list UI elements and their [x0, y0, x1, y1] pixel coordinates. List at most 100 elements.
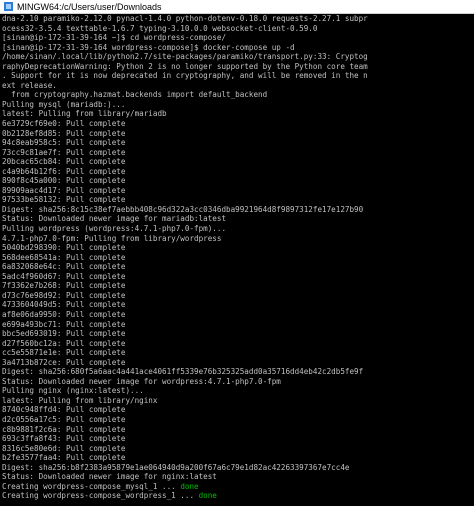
terminal-line: Creating wordpress-compose_wordpress_1 .… — [2, 491, 474, 501]
terminal-line-text: 4.7.1-php7.0-fpm: Pulling from library/w… — [2, 233, 222, 243]
terminal-line-text: Digest: sha256:680f5a6aac4a441ace4061ff5… — [2, 367, 364, 377]
terminal-line-text: af8e06da9950: Pull complete — [2, 309, 126, 319]
terminal-output[interactable]: dna-2.10 paramiko-2.12.0 pynacl-1.4.0 py… — [0, 14, 474, 506]
terminal-line: 5040bd298390: Pull complete — [2, 243, 474, 253]
terminal-line-text: [sinan@ip-172-31-39-164 wordpress-compos… — [2, 42, 295, 52]
terminal-line: 4733604049d5: Pull complete — [2, 300, 474, 310]
terminal-line: 89909aac4d17: Pull complete — [2, 186, 474, 196]
terminal-line-text: d27f560bc12a: Pull complete — [2, 338, 126, 348]
terminal-line-text: 94c8eab958c5: Pull complete — [2, 138, 126, 148]
terminal-line: Status: Downloaded newer image for wordp… — [2, 377, 474, 387]
terminal-line: latest: Pulling from library/nginx — [2, 396, 474, 406]
terminal-line: 8740c948ffd4: Pull complete — [2, 405, 474, 415]
mingw-terminal-icon[interactable] — [4, 2, 13, 11]
terminal-line-text: 5040bd298390: Pull complete — [2, 243, 126, 253]
terminal-line: Status: Downloaded newer image for nginx… — [2, 472, 474, 482]
terminal-line: cc5e55871e1e: Pull complete — [2, 348, 474, 358]
terminal-line: 3a4713b872ce: Pull complete — [2, 358, 474, 368]
status-done: done — [198, 491, 217, 501]
title-bar[interactable]: MINGW64:/c/Users/user/Downloads — [0, 0, 474, 14]
terminal-line: /home/sinan/.local/lib/python2.7/site-pa… — [2, 52, 474, 62]
terminal-line: d2c0556a17c5: Pull complete — [2, 415, 474, 425]
terminal-line-text: 3a4713b872ce: Pull complete — [2, 357, 126, 367]
terminal-line: Pulling wordpress (wordpress:4.7.1-php7.… — [2, 224, 474, 234]
terminal-line-text: Pulling wordpress (wordpress:4.7.1-php7.… — [2, 224, 227, 234]
terminal-line-text: d73c76e98d92: Pull complete — [2, 290, 126, 300]
terminal-line-text: Creating wordpress-compose_mysql_1 ... — [2, 481, 181, 491]
terminal-line-text: cc5e55871e1e: Pull complete — [2, 348, 126, 358]
terminal-line-text: Digest: sha256:8c15c38ef7aebbb408c96d322… — [2, 204, 364, 214]
terminal-line-text: latest: Pulling from library/mariadb — [2, 109, 167, 119]
terminal-line: from cryptography.hazmat.backends import… — [2, 90, 474, 100]
terminal-line-text: 890f8c45a000: Pull complete — [2, 176, 126, 186]
terminal-line-text: Creating wordpress-compose_wordpress_1 .… — [2, 491, 199, 501]
terminal-line: ocess32-3.5.4 texttable-1.6.7 typing-3.1… — [2, 24, 474, 34]
terminal-line-text: 693c3ffa8f43: Pull complete — [2, 434, 126, 444]
terminal-line-text: latest: Pulling from library/nginx — [2, 395, 158, 405]
terminal-line: e699a493bc71: Pull complete — [2, 320, 474, 330]
terminal-line: d73c76e98d92: Pull complete — [2, 291, 474, 301]
terminal-line: 8316c5e80e6d: Pull complete — [2, 444, 474, 454]
terminal-line-text: 8316c5e80e6d: Pull complete — [2, 443, 126, 453]
terminal-line: Status: Downloaded newer image for maria… — [2, 214, 474, 224]
terminal-line-text: 4733604049d5: Pull complete — [2, 300, 126, 310]
terminal-line-text: . Support for it is now deprecated in cr… — [2, 71, 368, 81]
terminal-line: d27f560bc12a: Pull complete — [2, 339, 474, 349]
terminal-line-text: from cryptography.hazmat.backends import… — [2, 90, 268, 100]
terminal-line-text: Status: Downloaded newer image for wordp… — [2, 376, 281, 386]
terminal-line: 73cc9c81ae7f: Pull complete — [2, 148, 474, 158]
terminal-line: Creating wordpress-compose_mysql_1 ... d… — [2, 482, 474, 492]
terminal-line-text: bbc5ed693019: Pull complete — [2, 329, 126, 339]
terminal-line-text: 97533be58132: Pull complete — [2, 195, 126, 205]
terminal-line-text: c8b9881f2c6a: Pull complete — [2, 424, 126, 434]
terminal-line-text: b2fe3577faa4: Pull complete — [2, 453, 126, 463]
terminal-line: bbc5ed693019: Pull complete — [2, 329, 474, 339]
terminal-line-text: ext release. — [2, 80, 57, 90]
terminal-line-text: dna-2.10 paramiko-2.12.0 pynacl-1.4.0 py… — [2, 14, 368, 23]
terminal-window: MINGW64:/c/Users/user/Downloads dna-2.10… — [0, 0, 474, 506]
terminal-line: Pulling nginx (nginx:latest)... — [2, 386, 474, 396]
terminal-line-text: ocess32-3.5.4 texttable-1.6.7 typing-3.1… — [2, 23, 318, 33]
terminal-line-text: e699a493bc71: Pull complete — [2, 319, 126, 329]
terminal-line-text: [sinan@ip-172-31-39-164 ~]$ cd wordpress… — [2, 33, 227, 43]
terminal-line: c8b9881f2c6a: Pull complete — [2, 425, 474, 435]
terminal-line-text: 5adc4f960d67: Pull complete — [2, 271, 126, 281]
terminal-line: 7f3362e7b268: Pull complete — [2, 281, 474, 291]
terminal-line: 568dee68541a: Pull complete — [2, 253, 474, 263]
terminal-line: c4a9b64b12f6: Pull complete — [2, 167, 474, 177]
terminal-line-text: 20bcac65cb84: Pull complete — [2, 157, 126, 167]
terminal-line: raphyDeprecationWarning: Python 2 is no … — [2, 62, 474, 72]
terminal-line: ext release. — [2, 81, 474, 91]
terminal-line-text: Digest: sha256:b8f2383a95879e1ae064940d9… — [2, 462, 350, 472]
terminal-line: dna-2.10 paramiko-2.12.0 pynacl-1.4.0 py… — [2, 14, 474, 24]
terminal-line: . Support for it is now deprecated in cr… — [2, 71, 474, 81]
terminal-line: 20bcac65cb84: Pull complete — [2, 157, 474, 167]
terminal-line-text: 7f3362e7b268: Pull complete — [2, 281, 126, 291]
terminal-line: 4.7.1-php7.0-fpm: Pulling from library/w… — [2, 234, 474, 244]
terminal-line-text: raphyDeprecationWarning: Python 2 is no … — [2, 61, 368, 71]
terminal-line: 890f8c45a000: Pull complete — [2, 176, 474, 186]
terminal-line-text: Pulling nginx (nginx:latest)... — [2, 386, 144, 396]
terminal-line: latest: Pulling from library/mariadb — [2, 109, 474, 119]
terminal-line: Pulling mysql (mariadb:)... — [2, 100, 474, 110]
terminal-line: 94c8eab958c5: Pull complete — [2, 138, 474, 148]
terminal-line: Digest: sha256:8c15c38ef7aebbb408c96d322… — [2, 205, 474, 215]
terminal-line-text: Status: Downloaded newer image for nginx… — [2, 472, 217, 482]
terminal-line-text: 8740c948ffd4: Pull complete — [2, 405, 126, 415]
terminal-line: 693c3ffa8f43: Pull complete — [2, 434, 474, 444]
terminal-line-text: d2c0556a17c5: Pull complete — [2, 414, 126, 424]
terminal-line-text: 6a832068e64c: Pull complete — [2, 262, 126, 272]
terminal-line: 6e3729cf69e0: Pull complete — [2, 119, 474, 129]
terminal-line-text: /home/sinan/.local/lib/python2.7/site-pa… — [2, 52, 368, 62]
terminal-line: b2fe3577faa4: Pull complete — [2, 453, 474, 463]
terminal-line-text: Status: Downloaded newer image for maria… — [2, 214, 227, 224]
terminal-line: [sinan@ip-172-31-39-164 wordpress-compos… — [2, 43, 474, 53]
window-title: MINGW64:/c/Users/user/Downloads — [17, 1, 162, 12]
terminal-line-text: Pulling mysql (mariadb:)... — [2, 99, 126, 109]
terminal-line: Digest: sha256:680f5a6aac4a441ace4061ff5… — [2, 367, 474, 377]
terminal-line-text: 89909aac4d17: Pull complete — [2, 185, 126, 195]
terminal-line: 97533be58132: Pull complete — [2, 195, 474, 205]
terminal-line-text: 568dee68541a: Pull complete — [2, 252, 126, 262]
terminal-line-text: 73cc9c81ae7f: Pull complete — [2, 147, 126, 157]
terminal-line-text: 6e3729cf69e0: Pull complete — [2, 119, 126, 129]
